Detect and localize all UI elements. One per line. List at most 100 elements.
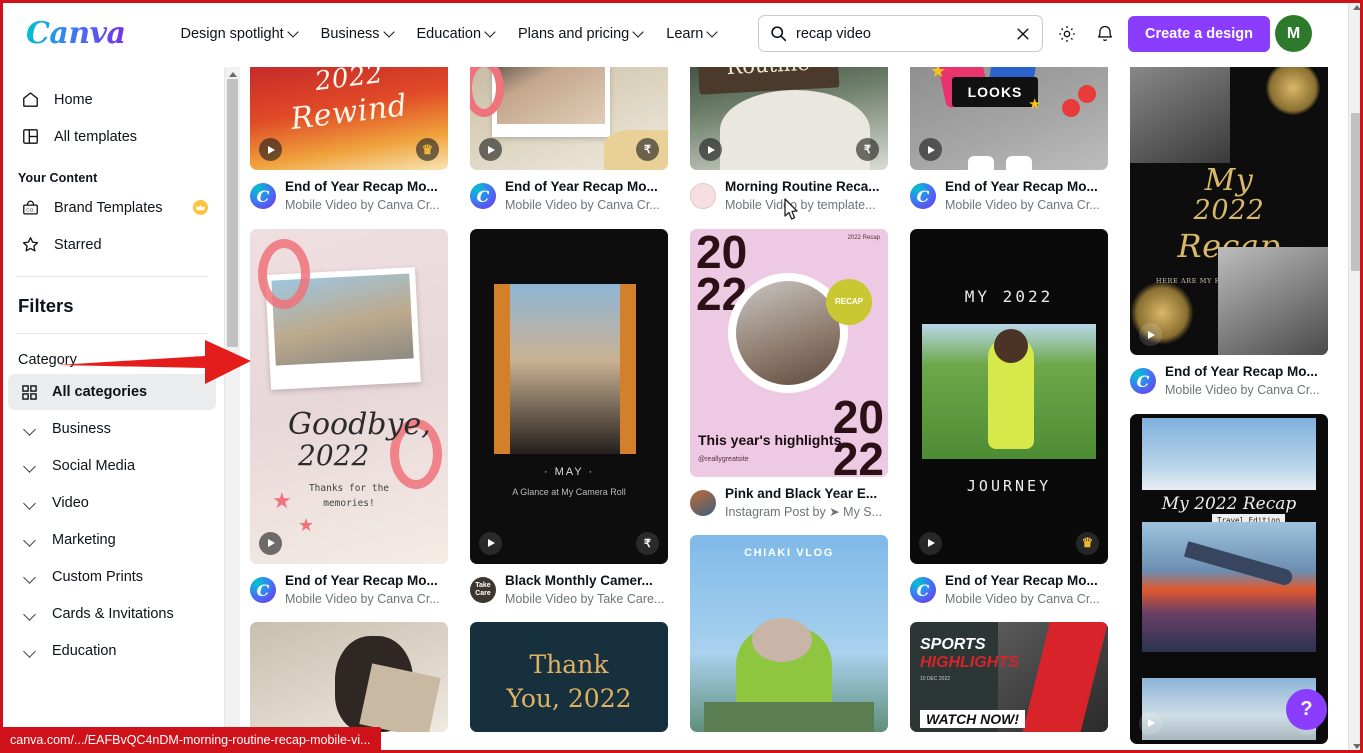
sidebar-category-social-media[interactable]: Social Media <box>8 448 216 484</box>
nav-label: Plans and pricing <box>518 25 630 42</box>
template-card[interactable]: LOOKS ★ ★ C End of Year Recap Mo... Mobi… <box>910 55 1108 215</box>
template-card[interactable]: CHIAKI VLOG <box>690 535 888 733</box>
sidebar-category-all-categories[interactable]: All categories <box>8 374 216 410</box>
chevron-down-icon <box>18 423 40 436</box>
template-card[interactable] <box>250 622 448 733</box>
nav-learn[interactable]: Learn <box>656 18 727 50</box>
sidebar-item-label: All templates <box>54 128 138 145</box>
template-meta: C End of Year Recap Mo... Mobile Video b… <box>250 178 448 215</box>
template-subtitle: Mobile Video by template... <box>725 198 876 213</box>
sidebar-category-cards-invitations[interactable]: Cards & Invitations <box>8 596 216 632</box>
crown-icon: ♛ <box>1076 531 1099 555</box>
rupee-icon: ₹ <box>636 531 659 555</box>
template-subtitle: Instagram Post by ➤ My S... <box>725 504 883 519</box>
results-column-1: 2022 Rewind ♛ C End of Year Recap Mo... … <box>250 55 448 753</box>
category-label: All categories <box>52 384 148 400</box>
template-card[interactable]: Goodbye, 2022 Thanks for the memories! ★… <box>250 228 448 609</box>
template-subtitle: Mobile Video by Canva Cr... <box>285 591 440 606</box>
sidebar-item-all-templates[interactable]: All templates <box>8 118 216 155</box>
status-bar-url: canva.com/.../EAFBvQC4nDM-morning-routin… <box>0 727 381 753</box>
filters-title: Filters <box>18 295 74 316</box>
category-label: Cards & Invitations <box>52 606 174 622</box>
close-icon[interactable] <box>1015 26 1031 42</box>
template-thumbnail[interactable]: Goodbye, 2022 Thanks for the memories! ★… <box>250 228 448 564</box>
chevron-down-icon <box>18 497 40 510</box>
page-scrollbar-thumb[interactable] <box>1351 113 1362 271</box>
results-column-5: My 2022 Recap HERE ARE MY FAVORITE MOMEN… <box>1130 55 1328 753</box>
thumbnail-art: · MAY · A Glance at My Camera Roll <box>470 228 668 564</box>
thumbnail-art: Goodbye, 2022 Thanks for the memories! ★… <box>250 228 448 564</box>
help-button[interactable]: ? <box>1286 689 1327 730</box>
templates-icon <box>18 127 42 146</box>
template-card[interactable]: MY 2022 JOURNEY ♛ C End of Year Recap Mo… <box>910 228 1108 609</box>
template-card[interactable]: 20 22 2022 Recap RECAP This year's highl… <box>690 228 888 522</box>
gear-icon[interactable] <box>1053 20 1081 48</box>
template-card[interactable]: Routine ₹ Morning Routine Reca... Mobile… <box>690 55 888 215</box>
template-thumbnail[interactable]: Thank You, 2022 <box>470 622 668 733</box>
scroll-up-icon[interactable] <box>1349 0 1363 14</box>
play-icon[interactable] <box>259 531 282 555</box>
nav-education[interactable]: Education <box>407 18 506 50</box>
sidebar-item-brand-templates[interactable]: CO. Brand Templates <box>8 189 216 226</box>
template-thumbnail[interactable]: SPORTS HIGHLIGHTS 10 DEC 2022 WATCH NOW! <box>910 622 1108 733</box>
template-thumbnail[interactable]: My 2022 Recap HERE ARE MY FAVORITE MOMEN… <box>1130 55 1328 355</box>
nav-plans-and-pricing[interactable]: Plans and pricing <box>508 18 653 50</box>
sidebar-category-video[interactable]: Video <box>8 485 216 521</box>
search-bar[interactable] <box>758 15 1043 52</box>
template-meta: Pink and Black Year E... Instagram Post … <box>690 485 888 522</box>
play-icon[interactable] <box>919 138 942 161</box>
search-input[interactable] <box>796 25 1015 42</box>
template-thumbnail[interactable]: 2022 Rewind ♛ <box>250 55 448 170</box>
play-icon[interactable] <box>699 138 722 161</box>
canva-logo[interactable]: Canva <box>26 16 126 51</box>
template-thumbnail[interactable]: · MAY · A Glance at My Camera Roll ₹ <box>470 228 668 564</box>
sidebar-category-custom-prints[interactable]: Custom Prints <box>8 559 216 595</box>
sidebar-category-business[interactable]: Business <box>8 411 216 447</box>
template-subtitle: Mobile Video by Canva Cr... <box>285 198 440 213</box>
rupee-icon: ₹ <box>856 138 879 161</box>
bell-icon[interactable] <box>1091 20 1119 48</box>
art-text: This year's highlights <box>698 432 842 449</box>
results-column-2: ₹ C End of Year Recap Mo... Mobile Video… <box>470 55 668 753</box>
art-text: MY 2022 <box>964 286 1054 306</box>
nav-business[interactable]: Business <box>311 18 404 50</box>
template-card[interactable]: · MAY · A Glance at My Camera Roll ₹ Tak… <box>470 228 668 609</box>
sidebar-category-education[interactable]: Education <box>8 633 216 669</box>
template-thumbnail[interactable]: ₹ <box>470 55 668 170</box>
sidebar-item-home[interactable]: Home <box>8 81 216 118</box>
author-avatar: C <box>250 183 276 210</box>
category-label: Social Media <box>52 458 136 474</box>
template-thumbnail[interactable] <box>250 622 448 733</box>
sidebar-item-starred[interactable]: Starred <box>8 226 216 263</box>
play-icon[interactable] <box>1139 323 1162 346</box>
art-text: LOOKS <box>952 77 1038 107</box>
sidebar-category-marketing[interactable]: Marketing <box>8 522 216 558</box>
play-icon[interactable] <box>259 138 282 161</box>
template-thumbnail[interactable]: Routine ₹ <box>690 55 888 170</box>
template-thumbnail[interactable]: CHIAKI VLOG <box>690 535 888 733</box>
author-avatar <box>690 183 716 210</box>
canva-search-page: Canva Design spotlight Business Educatio… <box>0 0 1363 753</box>
template-card[interactable]: My 2022 Recap HERE ARE MY FAVORITE MOMEN… <box>1130 55 1328 400</box>
template-card[interactable]: ₹ C End of Year Recap Mo... Mobile Video… <box>470 55 668 215</box>
template-card[interactable]: Thank You, 2022 <box>470 622 668 733</box>
scroll-down-icon[interactable] <box>1349 739 1363 753</box>
template-thumbnail[interactable]: LOOKS ★ ★ <box>910 55 1108 170</box>
search-results-grid: 2022 Rewind ♛ C End of Year Recap Mo... … <box>240 55 1338 753</box>
play-icon[interactable] <box>1139 711 1162 735</box>
play-icon[interactable] <box>479 138 502 161</box>
create-a-design-button[interactable]: Create a design <box>1128 16 1270 52</box>
sidebar-scrollbar-thumb[interactable] <box>227 79 238 347</box>
template-thumbnail[interactable]: 20 22 2022 Recap RECAP This year's highl… <box>690 228 888 477</box>
category-section-header[interactable]: Category <box>18 352 206 368</box>
art-text: A Glance at My Camera Roll <box>512 486 626 497</box>
sidebar-scrollbar[interactable] <box>225 67 240 753</box>
template-card[interactable]: 2022 Rewind ♛ C End of Year Recap Mo... … <box>250 55 448 215</box>
template-thumbnail[interactable]: MY 2022 JOURNEY ♛ <box>910 228 1108 564</box>
play-icon[interactable] <box>479 531 502 555</box>
page-scrollbar[interactable] <box>1348 0 1363 753</box>
nav-design-spotlight[interactable]: Design spotlight <box>171 18 308 50</box>
avatar[interactable]: M <box>1275 15 1312 52</box>
template-card[interactable]: SPORTS HIGHLIGHTS 10 DEC 2022 WATCH NOW! <box>910 622 1108 733</box>
play-icon[interactable] <box>919 531 942 555</box>
